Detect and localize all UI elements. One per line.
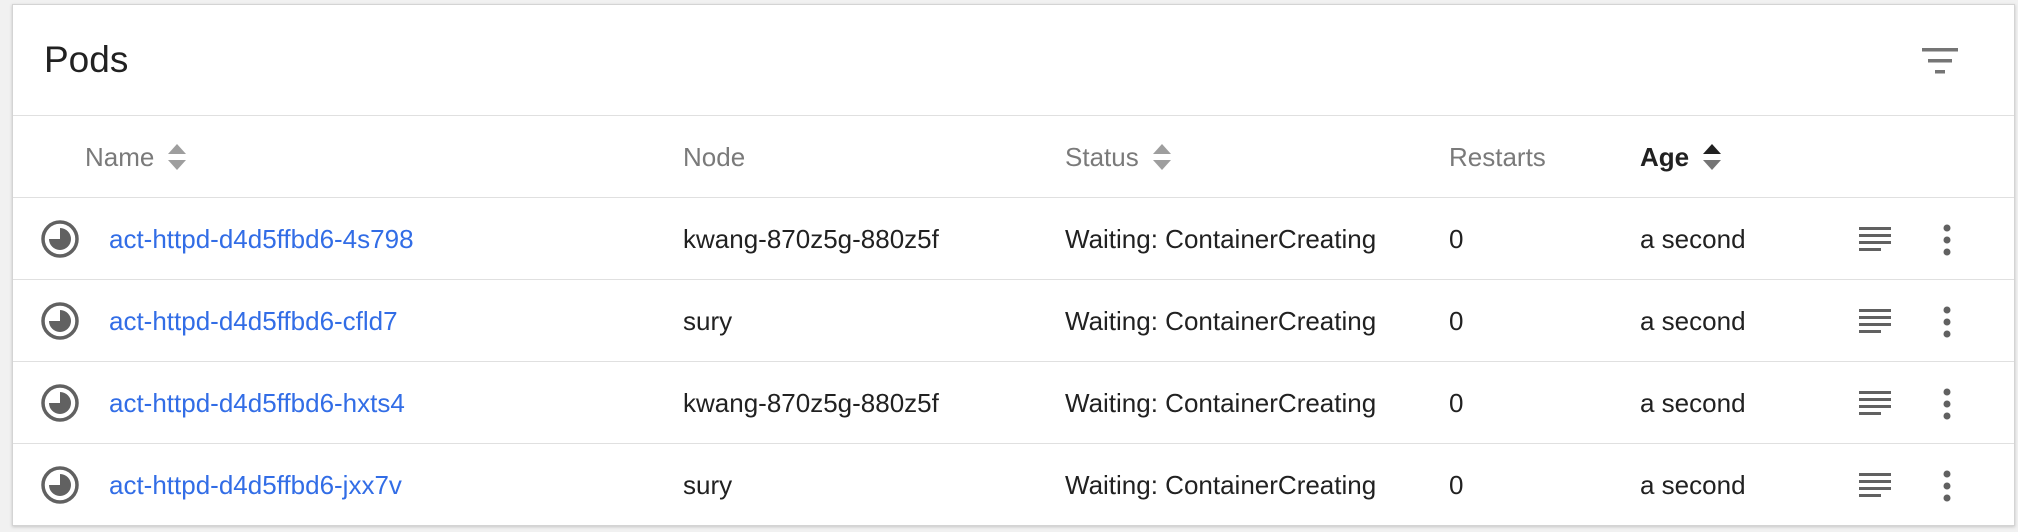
column-header-restarts-label: Restarts [1449, 142, 1546, 172]
pod-name-link[interactable]: act-httpd-d4d5ffbd6-4s798 [109, 222, 414, 256]
logs-button[interactable] [1855, 384, 1895, 424]
logs-button[interactable] [1855, 220, 1895, 260]
column-header-age[interactable]: Age [1640, 140, 1723, 174]
sort-icon [166, 142, 188, 172]
pending-clock-icon [39, 218, 81, 260]
logs-button[interactable] [1855, 302, 1895, 342]
column-header-status-label: Status [1065, 142, 1139, 172]
more-vert-icon [1935, 306, 1959, 346]
column-header-name[interactable]: Name [85, 140, 188, 174]
pod-age: a second [1640, 388, 1746, 418]
more-actions-button[interactable] [1935, 384, 1959, 424]
pod-age: a second [1640, 224, 1746, 254]
pod-restarts: 0 [1449, 224, 1464, 254]
pod-name-link[interactable]: act-httpd-d4d5ffbd6-cfld7 [109, 304, 398, 338]
pod-status: Waiting: ContainerCreating [1065, 224, 1377, 254]
pod-name-link[interactable]: act-httpd-d4d5ffbd6-hxts4 [109, 386, 405, 420]
more-vert-icon [1935, 388, 1959, 428]
pod-node: kwang-870z5g-880z5f [683, 224, 939, 254]
logs-button[interactable] [1855, 466, 1895, 506]
pending-clock-icon [39, 464, 81, 506]
more-actions-button[interactable] [1935, 220, 1959, 260]
table-row: act-httpd-d4d5ffbd6-cfld7 sury Waiting: … [13, 280, 2014, 362]
column-header-age-label: Age [1640, 142, 1690, 172]
more-vert-icon [1935, 224, 1959, 264]
column-header-node: Node [683, 140, 745, 174]
pending-clock-icon [39, 300, 81, 342]
pod-node: sury [683, 306, 733, 336]
sort-icon [1151, 142, 1173, 172]
pod-age: a second [1640, 470, 1746, 500]
filter-list-icon [1914, 41, 1966, 83]
column-header-status[interactable]: Status [1065, 140, 1173, 174]
more-vert-icon [1935, 470, 1959, 510]
pod-status: Waiting: ContainerCreating [1065, 470, 1377, 500]
pod-restarts: 0 [1449, 470, 1464, 500]
table-row: act-httpd-d4d5ffbd6-hxts4 kwang-870z5g-8… [13, 362, 2014, 444]
logs-icon [1855, 309, 1895, 346]
pending-clock-icon [39, 382, 81, 424]
column-header-node-label: Node [683, 142, 746, 172]
pod-name-link[interactable]: act-httpd-d4d5ffbd6-jxx7v [109, 468, 402, 502]
more-actions-button[interactable] [1935, 466, 1959, 506]
sort-ascending-icon [1701, 142, 1723, 172]
card-title: Pods [44, 39, 129, 80]
logs-icon [1855, 227, 1895, 264]
pod-status: Waiting: ContainerCreating [1065, 388, 1377, 418]
card-header: Pods [13, 5, 2014, 116]
more-actions-button[interactable] [1935, 302, 1959, 342]
column-header-restarts: Restarts [1449, 140, 1546, 174]
pod-node: kwang-870z5g-880z5f [683, 388, 939, 418]
pod-restarts: 0 [1449, 306, 1464, 336]
pod-node: sury [683, 470, 733, 500]
pod-restarts: 0 [1449, 388, 1464, 418]
table-row: act-httpd-d4d5ffbd6-4s798 kwang-870z5g-8… [13, 198, 2014, 280]
pods-card: Pods Name Node Status Restarts Age act-h… [12, 4, 2015, 526]
pod-status: Waiting: ContainerCreating [1065, 306, 1377, 336]
filter-button[interactable] [1914, 41, 1966, 83]
table-row: act-httpd-d4d5ffbd6-jxx7v sury Waiting: … [13, 444, 2014, 526]
table-header-row: Name Node Status Restarts Age [13, 116, 2014, 198]
logs-icon [1855, 391, 1895, 428]
logs-icon [1855, 473, 1895, 510]
pod-age: a second [1640, 306, 1746, 336]
column-header-name-label: Name [85, 142, 155, 172]
